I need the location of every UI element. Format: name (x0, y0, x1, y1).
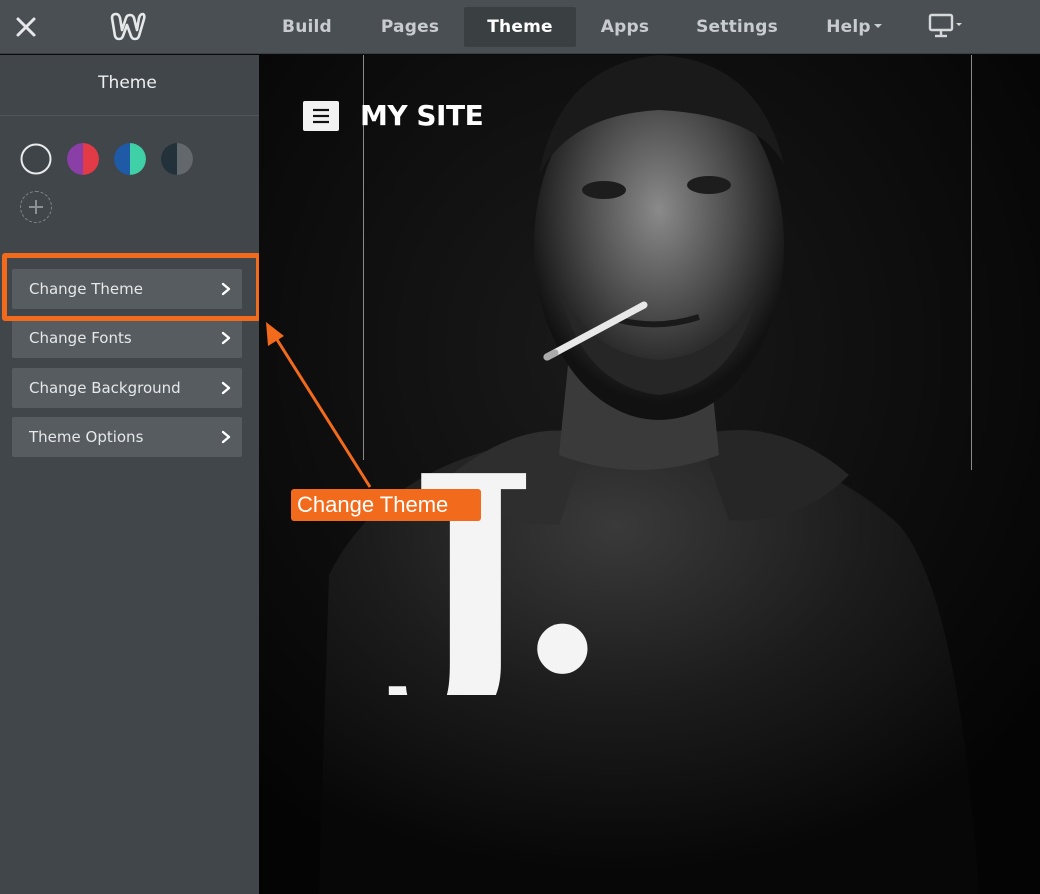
nav-settings[interactable]: Settings (685, 7, 789, 47)
nav-help-label: Help (826, 17, 871, 37)
decorative-line-right (971, 55, 972, 470)
weebly-logo-icon[interactable] (108, 10, 146, 44)
theme-options-label: Theme Options (29, 428, 144, 446)
swatch-purple-red[interactable] (67, 143, 99, 175)
swatch-slate[interactable] (161, 143, 193, 175)
change-fonts-label: Change Fonts (29, 329, 132, 347)
chevron-right-icon (221, 430, 231, 444)
chevron-right-icon (221, 381, 231, 395)
theme-options-button[interactable]: Theme Options (12, 417, 242, 457)
sidebar-divider (0, 115, 259, 116)
change-theme-button[interactable]: Change Theme (12, 269, 242, 309)
annotation-callout: Change Theme (291, 489, 481, 521)
nav-theme[interactable]: Theme (464, 7, 576, 47)
top-toolbar: Build Pages Theme Apps Settings Help (0, 0, 1040, 54)
plus-icon (29, 200, 43, 214)
desktop-monitor-icon[interactable] (928, 12, 968, 42)
site-title[interactable]: MY SITE (360, 99, 484, 132)
swatch-dark[interactable] (20, 143, 52, 175)
site-preview: MY SITE J. (259, 55, 1040, 894)
theme-sidebar: Theme Change Theme Change Fonts Change B… (0, 55, 259, 894)
nav-help[interactable]: Help (812, 7, 896, 47)
add-swatch-button[interactable] (20, 191, 52, 223)
chevron-down-icon (873, 23, 882, 28)
chevron-right-icon (221, 331, 231, 345)
nav-build[interactable]: Build (265, 7, 349, 47)
sidebar-title: Theme (98, 73, 157, 93)
change-fonts-button[interactable]: Change Fonts (12, 318, 242, 358)
hamburger-menu-icon[interactable] (303, 101, 339, 131)
change-background-button[interactable]: Change Background (12, 368, 242, 408)
change-theme-label: Change Theme (29, 280, 143, 298)
swatch-blue-teal[interactable] (114, 143, 146, 175)
chevron-right-icon (221, 282, 231, 296)
nav-apps[interactable]: Apps (585, 7, 665, 47)
change-background-label: Change Background (29, 379, 181, 397)
nav-pages[interactable]: Pages (364, 7, 456, 47)
close-icon[interactable] (12, 13, 40, 41)
